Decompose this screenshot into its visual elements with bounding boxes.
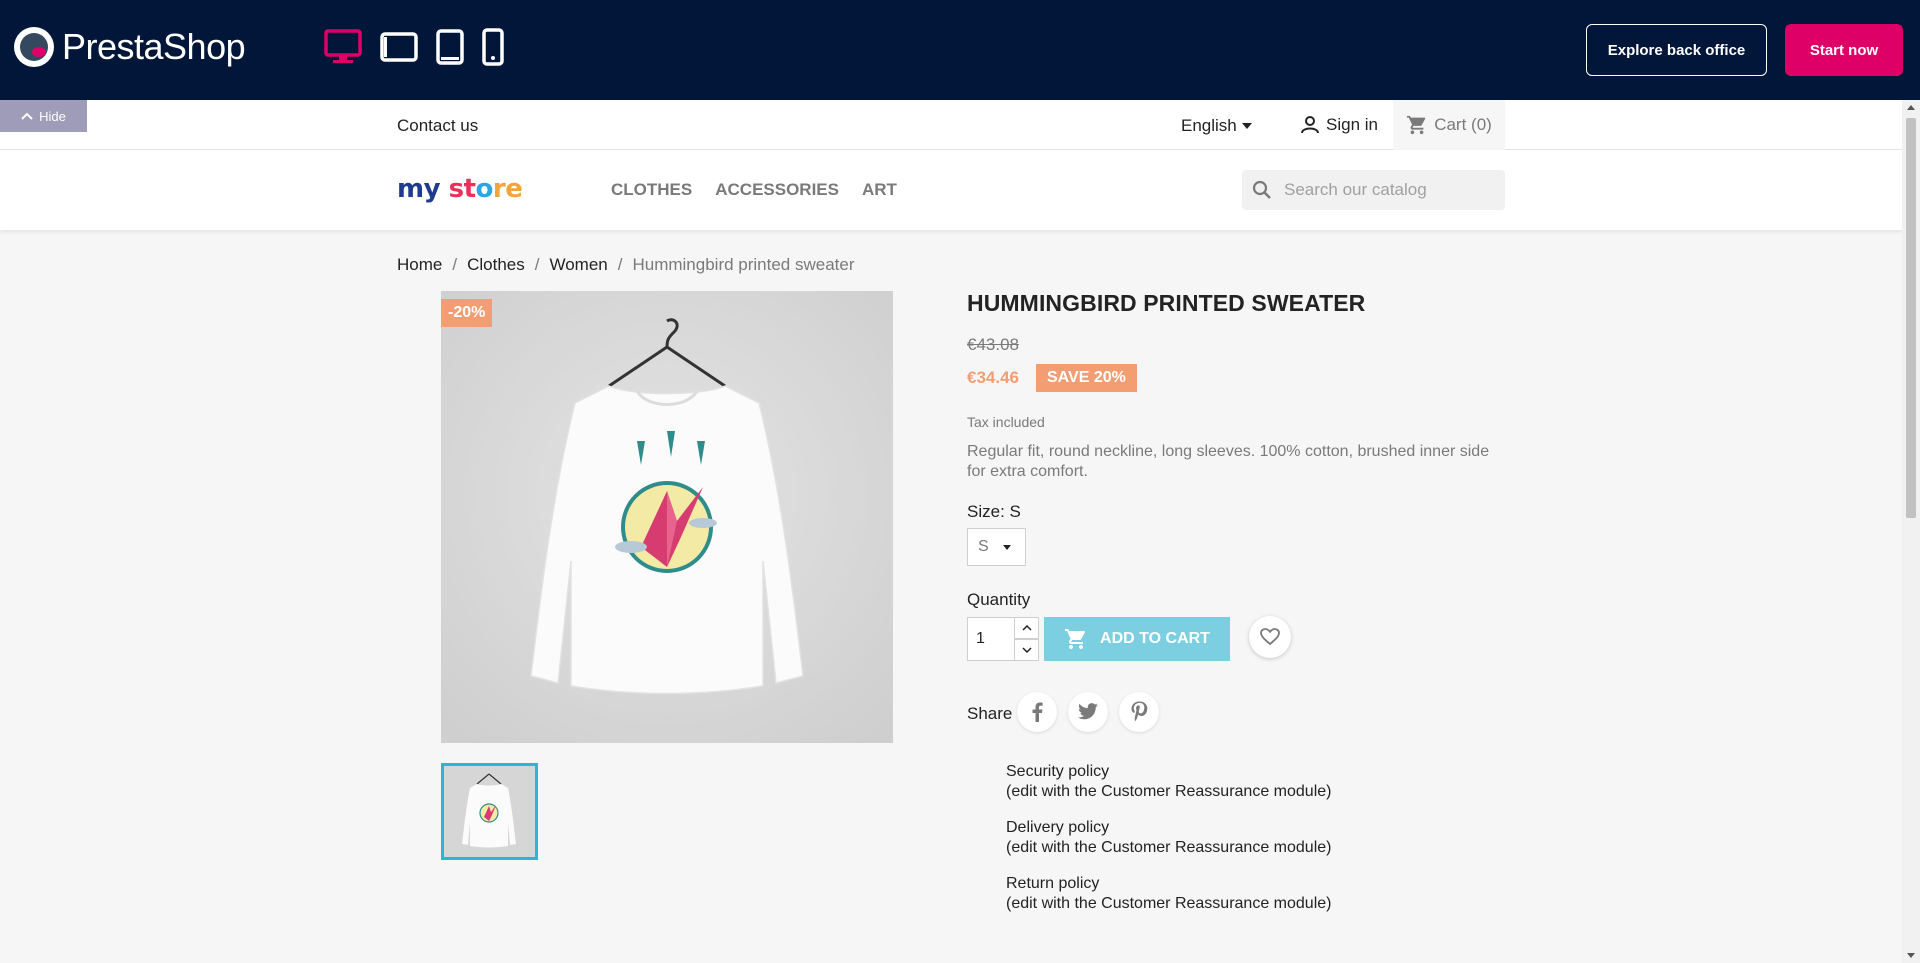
add-to-wishlist-button[interactable] — [1249, 616, 1291, 658]
tablet-landscape-icon[interactable] — [380, 32, 418, 62]
heart-icon — [1260, 628, 1280, 646]
hide-label: Hide — [39, 108, 66, 124]
page-scrollbar[interactable] — [1902, 100, 1920, 963]
hide-demo-bar-button[interactable]: Hide — [0, 100, 87, 132]
quantity-stepper — [967, 617, 1039, 661]
search-icon[interactable] — [1252, 180, 1272, 200]
reassurance-title: Return policy — [1006, 875, 1100, 892]
logo-part: o — [475, 174, 494, 204]
breadcrumb-home[interactable]: Home — [397, 255, 442, 275]
scroll-down-arrow-icon[interactable] — [1907, 953, 1915, 958]
size-select[interactable]: S — [967, 528, 1026, 566]
breadcrumb: Home / Clothes / Women / Hummingbird pri… — [397, 255, 855, 275]
scrollbar-thumb[interactable] — [1906, 118, 1916, 518]
thumbnail-illustration — [444, 766, 535, 857]
sign-in-label: Sign in — [1326, 115, 1378, 134]
twitter-icon — [1078, 703, 1098, 720]
contact-us-link[interactable]: Contact us — [397, 116, 478, 136]
user-icon — [1301, 116, 1319, 134]
caret-down-icon — [1002, 544, 1011, 550]
prestashop-brand-text: PrestaShop — [62, 26, 246, 67]
share-twitter-button[interactable] — [1068, 692, 1108, 732]
cart-button[interactable]: Cart (0) — [1393, 100, 1505, 150]
language-selector[interactable]: English — [1181, 116, 1252, 136]
reassurance-note: (edit with the Customer Reassurance modu… — [1006, 839, 1332, 856]
share-pinterest-button[interactable] — [1119, 692, 1159, 732]
reassurance-title: Delivery policy — [1006, 819, 1110, 836]
sign-in-link[interactable]: Sign in — [1300, 115, 1378, 135]
shopping-cart-icon — [1065, 629, 1086, 649]
main-menu: CLOTHES ACCESSORIES ART — [611, 180, 897, 200]
reassurance-item: Security policy (edit with the Customer … — [1006, 762, 1331, 802]
start-now-button[interactable]: Start now — [1785, 24, 1903, 76]
menu-item-clothes[interactable]: CLOTHES — [611, 180, 692, 200]
reassurance-note: (edit with the Customer Reassurance modu… — [1006, 783, 1332, 800]
logo-part: re — [492, 174, 523, 204]
explore-back-office-button[interactable]: Explore back office — [1586, 24, 1767, 76]
reassurance-item: Delivery policy (edit with the Customer … — [1006, 818, 1331, 858]
product-title: HUMMINGBIRD PRINTED SWEATER — [967, 290, 1366, 316]
header-nav: Contact us English Sign in Cart (0) — [0, 100, 1902, 150]
caret-down-icon — [1241, 123, 1252, 129]
reassurance-item: Return policy (edit with the Customer Re… — [1006, 874, 1331, 914]
reassurance-note: (edit with the Customer Reassurance modu… — [1006, 895, 1332, 912]
tax-label: Tax included — [967, 414, 1045, 430]
pinterest-icon — [1131, 701, 1148, 722]
discount-flag: -20% — [441, 299, 493, 327]
breadcrumb-women[interactable]: Women — [549, 255, 607, 275]
demo-top-bar: PrestaShop Explore back office Start now — [0, 0, 1920, 100]
breadcrumb-separator: / — [534, 255, 540, 274]
breadcrumb-clothes[interactable]: Clothes — [467, 255, 525, 275]
chevron-down-icon — [1021, 647, 1032, 653]
sweater-illustration — [441, 291, 893, 743]
breadcrumb-separator: / — [617, 255, 623, 274]
search-box — [1242, 170, 1505, 210]
scroll-up-arrow-icon[interactable] — [1907, 105, 1915, 110]
menu-item-accessories[interactable]: ACCESSORIES — [715, 180, 839, 200]
device-switcher — [324, 28, 504, 66]
product-cover-image[interactable] — [441, 291, 893, 743]
chevron-up-icon — [1021, 625, 1032, 631]
shopping-cart-icon — [1407, 115, 1426, 135]
share-label: Share — [967, 704, 1013, 723]
add-to-cart-button[interactable]: ADD TO CART — [1044, 617, 1230, 661]
regular-price: €43.08 — [967, 335, 1019, 354]
facebook-icon — [1032, 702, 1043, 722]
breadcrumb-separator: / — [452, 255, 458, 274]
cart-label: Cart (0) — [1434, 115, 1492, 134]
product-description: Regular fit, round neckline, long sleeve… — [967, 443, 1490, 480]
language-label: English — [1181, 116, 1237, 135]
header-top: my store CLOTHES ACCESSORIES ART — [0, 150, 1902, 230]
store-logo[interactable]: my store — [397, 174, 523, 204]
share-facebook-button[interactable] — [1017, 692, 1057, 732]
size-label: Size: S — [967, 502, 1021, 521]
prestashop-logo[interactable]: PrestaShop — [14, 26, 246, 68]
quantity-decrease-button[interactable] — [1015, 639, 1039, 661]
add-to-cart-label: ADD TO CART — [1100, 630, 1210, 647]
logo-part: my — [397, 174, 441, 204]
breadcrumb-current: Hummingbird printed sweater — [632, 255, 855, 274]
tablet-portrait-icon[interactable] — [436, 29, 464, 65]
chevron-up-icon — [21, 112, 33, 120]
quantity-label: Quantity — [967, 590, 1031, 609]
quantity-input[interactable] — [967, 617, 1015, 661]
size-value: S — [978, 538, 989, 555]
search-input[interactable] — [1284, 180, 1494, 200]
logo-part: st — [448, 174, 476, 204]
quantity-increase-button[interactable] — [1015, 617, 1039, 639]
reassurance-title: Security policy — [1006, 763, 1110, 780]
menu-item-art[interactable]: ART — [862, 180, 897, 200]
discount-badge: SAVE 20% — [1036, 364, 1137, 392]
current-price: €34.46 — [967, 368, 1019, 387]
product-thumbnail[interactable] — [441, 763, 538, 860]
prestashop-puffin-icon — [14, 27, 54, 67]
desktop-icon[interactable] — [324, 29, 362, 65]
mobile-icon[interactable] — [482, 28, 504, 66]
